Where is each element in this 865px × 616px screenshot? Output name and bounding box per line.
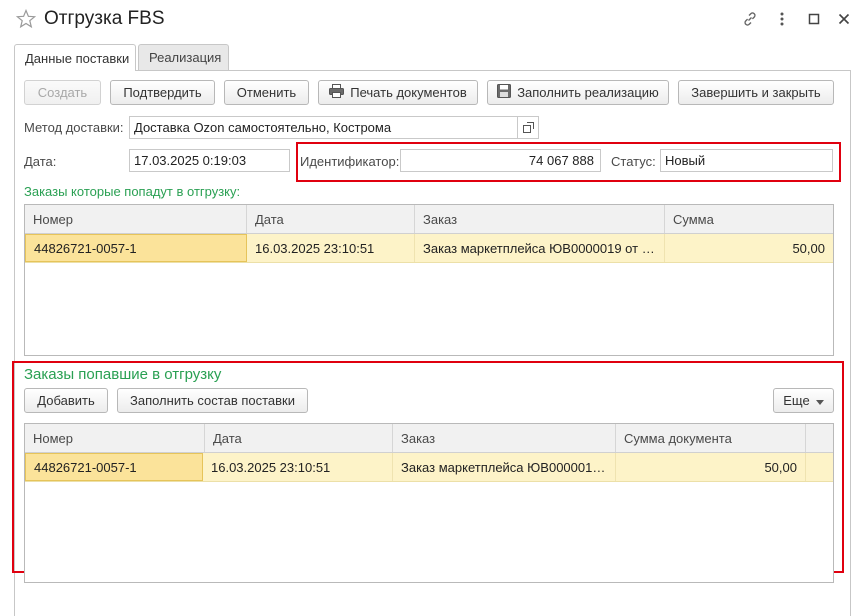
cell-text: 50,00 bbox=[764, 459, 797, 475]
table-row[interactable]: 44826721-0057-1 16.03.2025 23:10:51 Зака… bbox=[25, 453, 833, 482]
tab-sale[interactable]: Реализация bbox=[138, 44, 229, 70]
confirm-button[interactable]: Подтвердить bbox=[110, 80, 215, 105]
status-field[interactable]: Новый bbox=[660, 149, 833, 172]
button-label: Подтвердить bbox=[123, 85, 202, 100]
button-label: Заполнить реализацию bbox=[517, 85, 659, 100]
delivery-method-value: Доставка Ozon самостоятельно, Кострома bbox=[134, 120, 392, 135]
status-label: Статус: bbox=[611, 154, 656, 169]
cell-extra bbox=[806, 453, 833, 481]
window-title: Отгрузка FBS bbox=[44, 8, 165, 29]
cell-number[interactable]: 44826721-0057-1 bbox=[25, 234, 247, 262]
cell-date[interactable]: 16.03.2025 23:10:51 bbox=[203, 453, 393, 481]
table-header: Номер Дата Заказ Сумма bbox=[25, 205, 833, 234]
column-header-order[interactable]: Заказ bbox=[415, 205, 665, 233]
cell-document-sum[interactable]: 50,00 bbox=[616, 453, 806, 481]
cell-text: 16.03.2025 23:10:51 bbox=[211, 459, 331, 475]
column-header-order[interactable]: Заказ bbox=[393, 424, 616, 452]
button-label: Завершить и закрыть bbox=[691, 85, 821, 100]
orders-to-ship-caption: Заказы которые попадут в отгрузку: bbox=[24, 184, 241, 199]
cancel-button[interactable]: Отменить bbox=[224, 80, 309, 105]
fill-sale-button[interactable]: Заполнить реализацию bbox=[487, 80, 669, 105]
identifier-value: 74 067 888 bbox=[528, 153, 594, 168]
table-row[interactable]: 44826721-0057-1 16.03.2025 23:10:51 Зака… bbox=[25, 234, 833, 263]
column-header-document-sum[interactable]: Сумма документа bbox=[616, 424, 806, 452]
button-label: Печать документов bbox=[350, 85, 467, 100]
cell-text: Заказ маркетплейса ЮВ0000019 от … bbox=[423, 240, 655, 256]
star-icon[interactable] bbox=[15, 8, 37, 29]
table-header: Номер Дата Заказ Сумма документа bbox=[25, 424, 833, 453]
create-button[interactable]: Создать bbox=[24, 80, 101, 105]
date-value: 17.03.2025 0:19:03 bbox=[134, 153, 247, 168]
more-actions-button[interactable]: Еще bbox=[773, 388, 834, 413]
column-header-number[interactable]: Номер bbox=[25, 205, 247, 233]
finish-close-button[interactable]: Завершить и закрыть bbox=[678, 80, 834, 105]
more-icon[interactable] bbox=[773, 10, 791, 28]
button-label: Создать bbox=[37, 85, 88, 100]
tab-divider bbox=[14, 70, 851, 71]
cell-text: Заказ маркетплейса ЮВ000001… bbox=[401, 459, 606, 475]
identifier-field[interactable]: 74 067 888 bbox=[400, 149, 601, 172]
cell-sum[interactable]: 50,00 bbox=[665, 234, 833, 262]
shipped-orders-caption: Заказы попавшие в отгрузку bbox=[24, 366, 222, 383]
date-label: Дата: bbox=[24, 154, 57, 169]
cell-text: 44826721-0057-1 bbox=[34, 459, 137, 475]
printer-icon bbox=[329, 84, 345, 101]
column-header-date[interactable]: Дата bbox=[205, 424, 393, 452]
column-header-number[interactable]: Номер bbox=[25, 424, 205, 452]
shipped-orders-table: Номер Дата Заказ Сумма документа 4482672… bbox=[24, 423, 834, 583]
cell-text: 16.03.2025 23:10:51 bbox=[255, 240, 375, 256]
column-header-date[interactable]: Дата bbox=[247, 205, 415, 233]
maximize-icon[interactable] bbox=[805, 10, 823, 28]
save-disk-icon bbox=[497, 84, 512, 101]
open-icon[interactable] bbox=[517, 116, 539, 139]
frame-border bbox=[850, 70, 851, 616]
tab-label: Данные поставки bbox=[25, 50, 130, 66]
close-icon[interactable] bbox=[835, 10, 853, 28]
tab-label: Реализация bbox=[149, 50, 222, 65]
date-field[interactable]: 17.03.2025 0:19:03 bbox=[129, 149, 290, 172]
cell-text: 44826721-0057-1 bbox=[34, 240, 137, 256]
column-header-sum[interactable]: Сумма bbox=[665, 205, 833, 233]
orders-to-ship-table: Номер Дата Заказ Сумма 44826721-0057-1 1… bbox=[24, 204, 834, 356]
print-documents-button[interactable]: Печать документов bbox=[318, 80, 478, 105]
cell-number[interactable]: 44826721-0057-1 bbox=[25, 453, 203, 481]
button-label: Отменить bbox=[236, 85, 297, 100]
button-label: Заполнить состав поставки bbox=[129, 393, 296, 408]
link-icon[interactable] bbox=[741, 10, 759, 28]
delivery-method-field[interactable]: Доставка Ozon самостоятельно, Кострома bbox=[129, 116, 518, 139]
cell-order[interactable]: Заказ маркетплейса ЮВ0000019 от … bbox=[415, 234, 665, 262]
column-header-extra bbox=[806, 424, 833, 452]
add-button[interactable]: Добавить bbox=[24, 388, 108, 413]
tab-supply-data[interactable]: Данные поставки bbox=[14, 44, 136, 71]
status-value: Новый bbox=[665, 153, 706, 168]
cell-order[interactable]: Заказ маркетплейса ЮВ000001… bbox=[393, 453, 616, 481]
button-label: Еще bbox=[783, 393, 810, 408]
cell-date[interactable]: 16.03.2025 23:10:51 bbox=[247, 234, 415, 262]
chevron-down-icon bbox=[815, 393, 824, 408]
button-label: Добавить bbox=[37, 393, 95, 408]
identifier-label: Идентификатор: bbox=[300, 154, 400, 169]
fill-supply-button[interactable]: Заполнить состав поставки bbox=[117, 388, 308, 413]
delivery-method-label: Метод доставки: bbox=[24, 120, 124, 135]
cell-text: 50,00 bbox=[792, 240, 825, 256]
